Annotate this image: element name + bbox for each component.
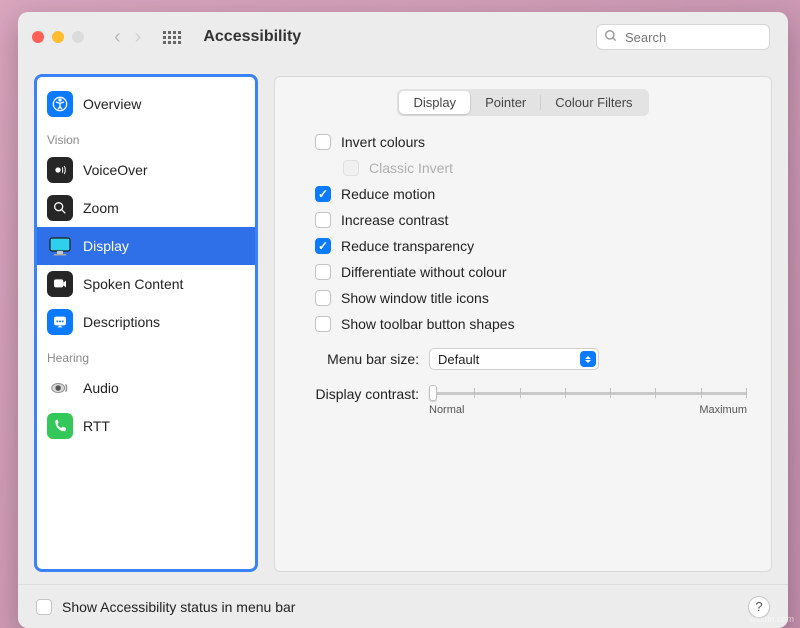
option-label: Differentiate without colour [341, 264, 507, 280]
option-label: Show toolbar button shapes [341, 316, 515, 332]
menu-bar-size-select[interactable]: Default [429, 348, 599, 370]
audio-icon [47, 375, 73, 401]
sidebar-section-hearing: Hearing [37, 341, 255, 369]
footer-status-option[interactable]: Show Accessibility status in menu bar [36, 599, 295, 615]
sidebar-item-label: Display [83, 238, 129, 254]
sidebar-item-spoken-content[interactable]: Spoken Content [37, 265, 255, 303]
sidebar-item-label: RTT [83, 418, 110, 434]
display-contrast-slider[interactable] [429, 384, 747, 402]
sidebar-item-label: Overview [83, 96, 141, 112]
sidebar-item-descriptions[interactable]: Descriptions [37, 303, 255, 341]
back-button[interactable]: ‹ [114, 26, 121, 49]
option-classic-invert: Classic Invert [293, 156, 753, 182]
close-button[interactable] [32, 31, 44, 43]
option-reduce-transparency[interactable]: Reduce transparency [293, 234, 753, 260]
option-show-title-icons[interactable]: Show window title icons [293, 286, 753, 312]
fullscreen-button[interactable] [72, 31, 84, 43]
option-label: Reduce motion [341, 186, 435, 202]
footer: Show Accessibility status in menu bar ? [18, 584, 788, 628]
checkbox-increase-contrast[interactable] [315, 212, 331, 228]
rtt-icon [47, 413, 73, 439]
watermark: wsxdn.com [749, 614, 794, 624]
content-area: Display Pointer Colour Filters Invert co… [274, 74, 772, 572]
sidebar: Overview Vision VoiceOver Zoom Displa [34, 74, 258, 572]
spoken-content-icon [47, 271, 73, 297]
sidebar-item-audio[interactable]: Audio [37, 369, 255, 407]
sidebar-item-rtt[interactable]: RTT [37, 407, 255, 445]
sidebar-item-voiceover[interactable]: VoiceOver [37, 151, 255, 189]
titlebar: ‹ › Accessibility [18, 12, 788, 62]
accessibility-icon [47, 91, 73, 117]
option-label: Invert colours [341, 134, 425, 150]
sidebar-item-label: Audio [83, 380, 119, 396]
option-invert-colours[interactable]: Invert colours [293, 130, 753, 156]
footer-status-label: Show Accessibility status in menu bar [62, 599, 295, 615]
tab-display[interactable]: Display [399, 91, 470, 114]
tab-colour-filters[interactable]: Colour Filters [541, 91, 646, 114]
minimize-button[interactable] [52, 31, 64, 43]
option-label: Increase contrast [341, 212, 448, 228]
sidebar-item-label: Spoken Content [83, 276, 183, 292]
checkbox-diff-without-colour[interactable] [315, 264, 331, 280]
preferences-body: Overview Vision VoiceOver Zoom Displa [18, 62, 788, 584]
option-reduce-motion[interactable]: Reduce motion [293, 182, 753, 208]
preferences-window: ‹ › Accessibility Overview Vision [18, 12, 788, 628]
tab-pointer[interactable]: Pointer [471, 91, 540, 114]
sidebar-item-zoom[interactable]: Zoom [37, 189, 255, 227]
option-increase-contrast[interactable]: Increase contrast [293, 208, 753, 234]
slider-max-label: Maximum [699, 404, 747, 416]
settings-pane: Display Pointer Colour Filters Invert co… [274, 76, 772, 572]
menu-bar-size-label: Menu bar size: [299, 351, 419, 367]
option-differentiate-without-colour[interactable]: Differentiate without colour [293, 260, 753, 286]
window-title: Accessibility [203, 28, 301, 46]
sidebar-item-label: Descriptions [83, 314, 160, 330]
zoom-icon [47, 195, 73, 221]
checkbox-status-in-menubar[interactable] [36, 599, 52, 615]
display-icon [47, 233, 73, 259]
checkbox-classic-invert [343, 160, 359, 176]
checkbox-reduce-motion[interactable] [315, 186, 331, 202]
sidebar-item-label: Zoom [83, 200, 119, 216]
sidebar-section-vision: Vision [37, 123, 255, 151]
sidebar-item-display[interactable]: Display [37, 227, 255, 265]
menu-bar-size-row: Menu bar size: Default [293, 338, 753, 370]
descriptions-icon [47, 309, 73, 335]
show-all-button[interactable] [163, 31, 181, 44]
checkbox-show-toolbar-shapes[interactable] [315, 316, 331, 332]
display-contrast-slider-wrap: Normal Maximum [429, 384, 753, 416]
option-show-toolbar-shapes[interactable]: Show toolbar button shapes [293, 312, 753, 338]
select-caret-icon [580, 351, 596, 367]
select-value: Default [438, 352, 479, 367]
checkbox-reduce-transparency[interactable] [315, 238, 331, 254]
search-field-wrap [596, 24, 770, 50]
sidebar-item-label: VoiceOver [83, 162, 148, 178]
display-contrast-row: Display contrast: Normal Maximum [293, 370, 753, 416]
sidebar-item-overview[interactable]: Overview [37, 85, 255, 123]
option-label: Reduce transparency [341, 238, 474, 254]
option-label: Show window title icons [341, 290, 489, 306]
checkbox-show-title-icons[interactable] [315, 290, 331, 306]
checkbox-invert-colours[interactable] [315, 134, 331, 150]
voiceover-icon [47, 157, 73, 183]
display-contrast-label: Display contrast: [299, 384, 419, 402]
search-input[interactable] [596, 24, 770, 50]
option-label: Classic Invert [369, 160, 453, 176]
tabs: Display Pointer Colour Filters [397, 89, 648, 116]
slider-min-label: Normal [429, 404, 464, 416]
nav-arrows: ‹ › [114, 26, 141, 49]
traffic-lights [32, 31, 84, 43]
forward-button[interactable]: › [135, 26, 142, 49]
slider-thumb[interactable] [429, 385, 437, 401]
search-icon [604, 29, 618, 48]
